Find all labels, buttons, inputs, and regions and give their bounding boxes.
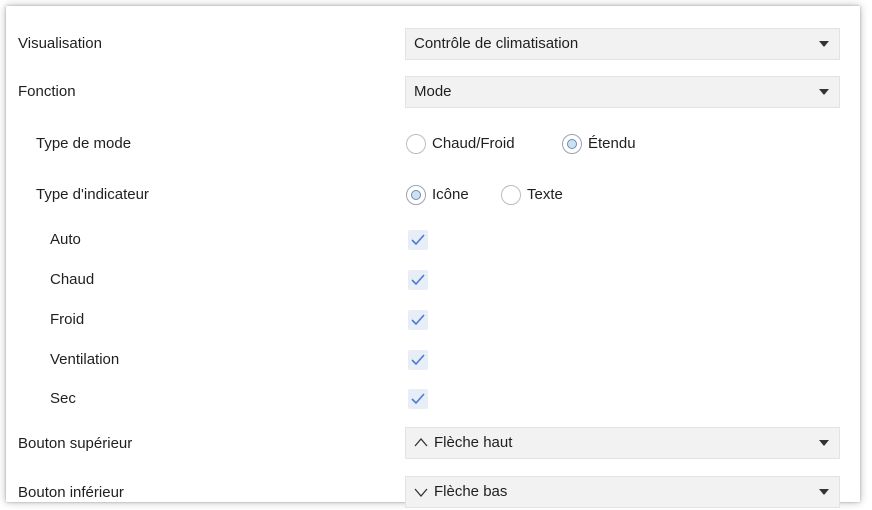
mode-chaud-checkbox[interactable] <box>408 270 428 290</box>
bouton-inferieur-select[interactable]: Flèche bas <box>405 476 840 508</box>
dropdown-arrow-icon <box>819 89 829 95</box>
bouton-superieur-label: Bouton supérieur <box>18 435 133 452</box>
check-icon <box>411 234 425 246</box>
mode-ventilation-checkbox[interactable] <box>408 350 428 370</box>
mode-chaud-label: Chaud <box>50 271 95 288</box>
fonction-label: Fonction <box>18 83 76 100</box>
bouton-superieur-value: Flèche haut <box>434 434 513 451</box>
check-icon <box>411 354 425 366</box>
mode-auto-label: Auto <box>50 231 81 248</box>
check-icon <box>411 274 425 286</box>
visualisation-value: Contrôle de climatisation <box>414 35 579 52</box>
settings-panel: Visualisation Contrôle de climatisation … <box>6 6 860 508</box>
radio-chaud-froid[interactable] <box>406 134 426 154</box>
mode-auto-checkbox[interactable] <box>408 230 428 250</box>
bouton-inferieur-label: Bouton inférieur <box>18 484 124 501</box>
mode-froid-checkbox[interactable] <box>408 310 428 330</box>
type-mode-label: Type de mode <box>36 135 132 152</box>
mode-ventilation-label: Ventilation <box>50 351 120 368</box>
radio-etendu-label[interactable]: Étendu <box>588 134 636 154</box>
radio-icone[interactable] <box>406 185 426 205</box>
dropdown-arrow-icon <box>819 440 829 446</box>
bouton-inferieur-value: Flèche bas <box>434 483 508 500</box>
mode-sec-label: Sec <box>50 390 76 407</box>
type-indicateur-label: Type d'indicateur <box>36 186 149 203</box>
radio-icone-label[interactable]: Icône <box>432 185 469 205</box>
radio-texte-label[interactable]: Texte <box>527 185 563 205</box>
chevron-down-icon <box>414 488 428 497</box>
fonction-select[interactable]: Mode <box>405 76 840 108</box>
mode-sec-checkbox[interactable] <box>408 389 428 409</box>
check-icon <box>411 393 425 405</box>
dropdown-arrow-icon <box>819 489 829 495</box>
radio-chaud-froid-label[interactable]: Chaud/Froid <box>432 134 515 154</box>
visualisation-select[interactable]: Contrôle de climatisation <box>405 28 840 60</box>
chevron-up-icon <box>414 438 428 447</box>
radio-etendu[interactable] <box>562 134 582 154</box>
radio-texte[interactable] <box>501 185 521 205</box>
dropdown-arrow-icon <box>819 41 829 47</box>
check-icon <box>411 314 425 326</box>
visualisation-label: Visualisation <box>18 35 102 52</box>
mode-froid-label: Froid <box>50 311 85 328</box>
bouton-superieur-select[interactable]: Flèche haut <box>405 427 840 459</box>
fonction-value: Mode <box>414 83 452 100</box>
